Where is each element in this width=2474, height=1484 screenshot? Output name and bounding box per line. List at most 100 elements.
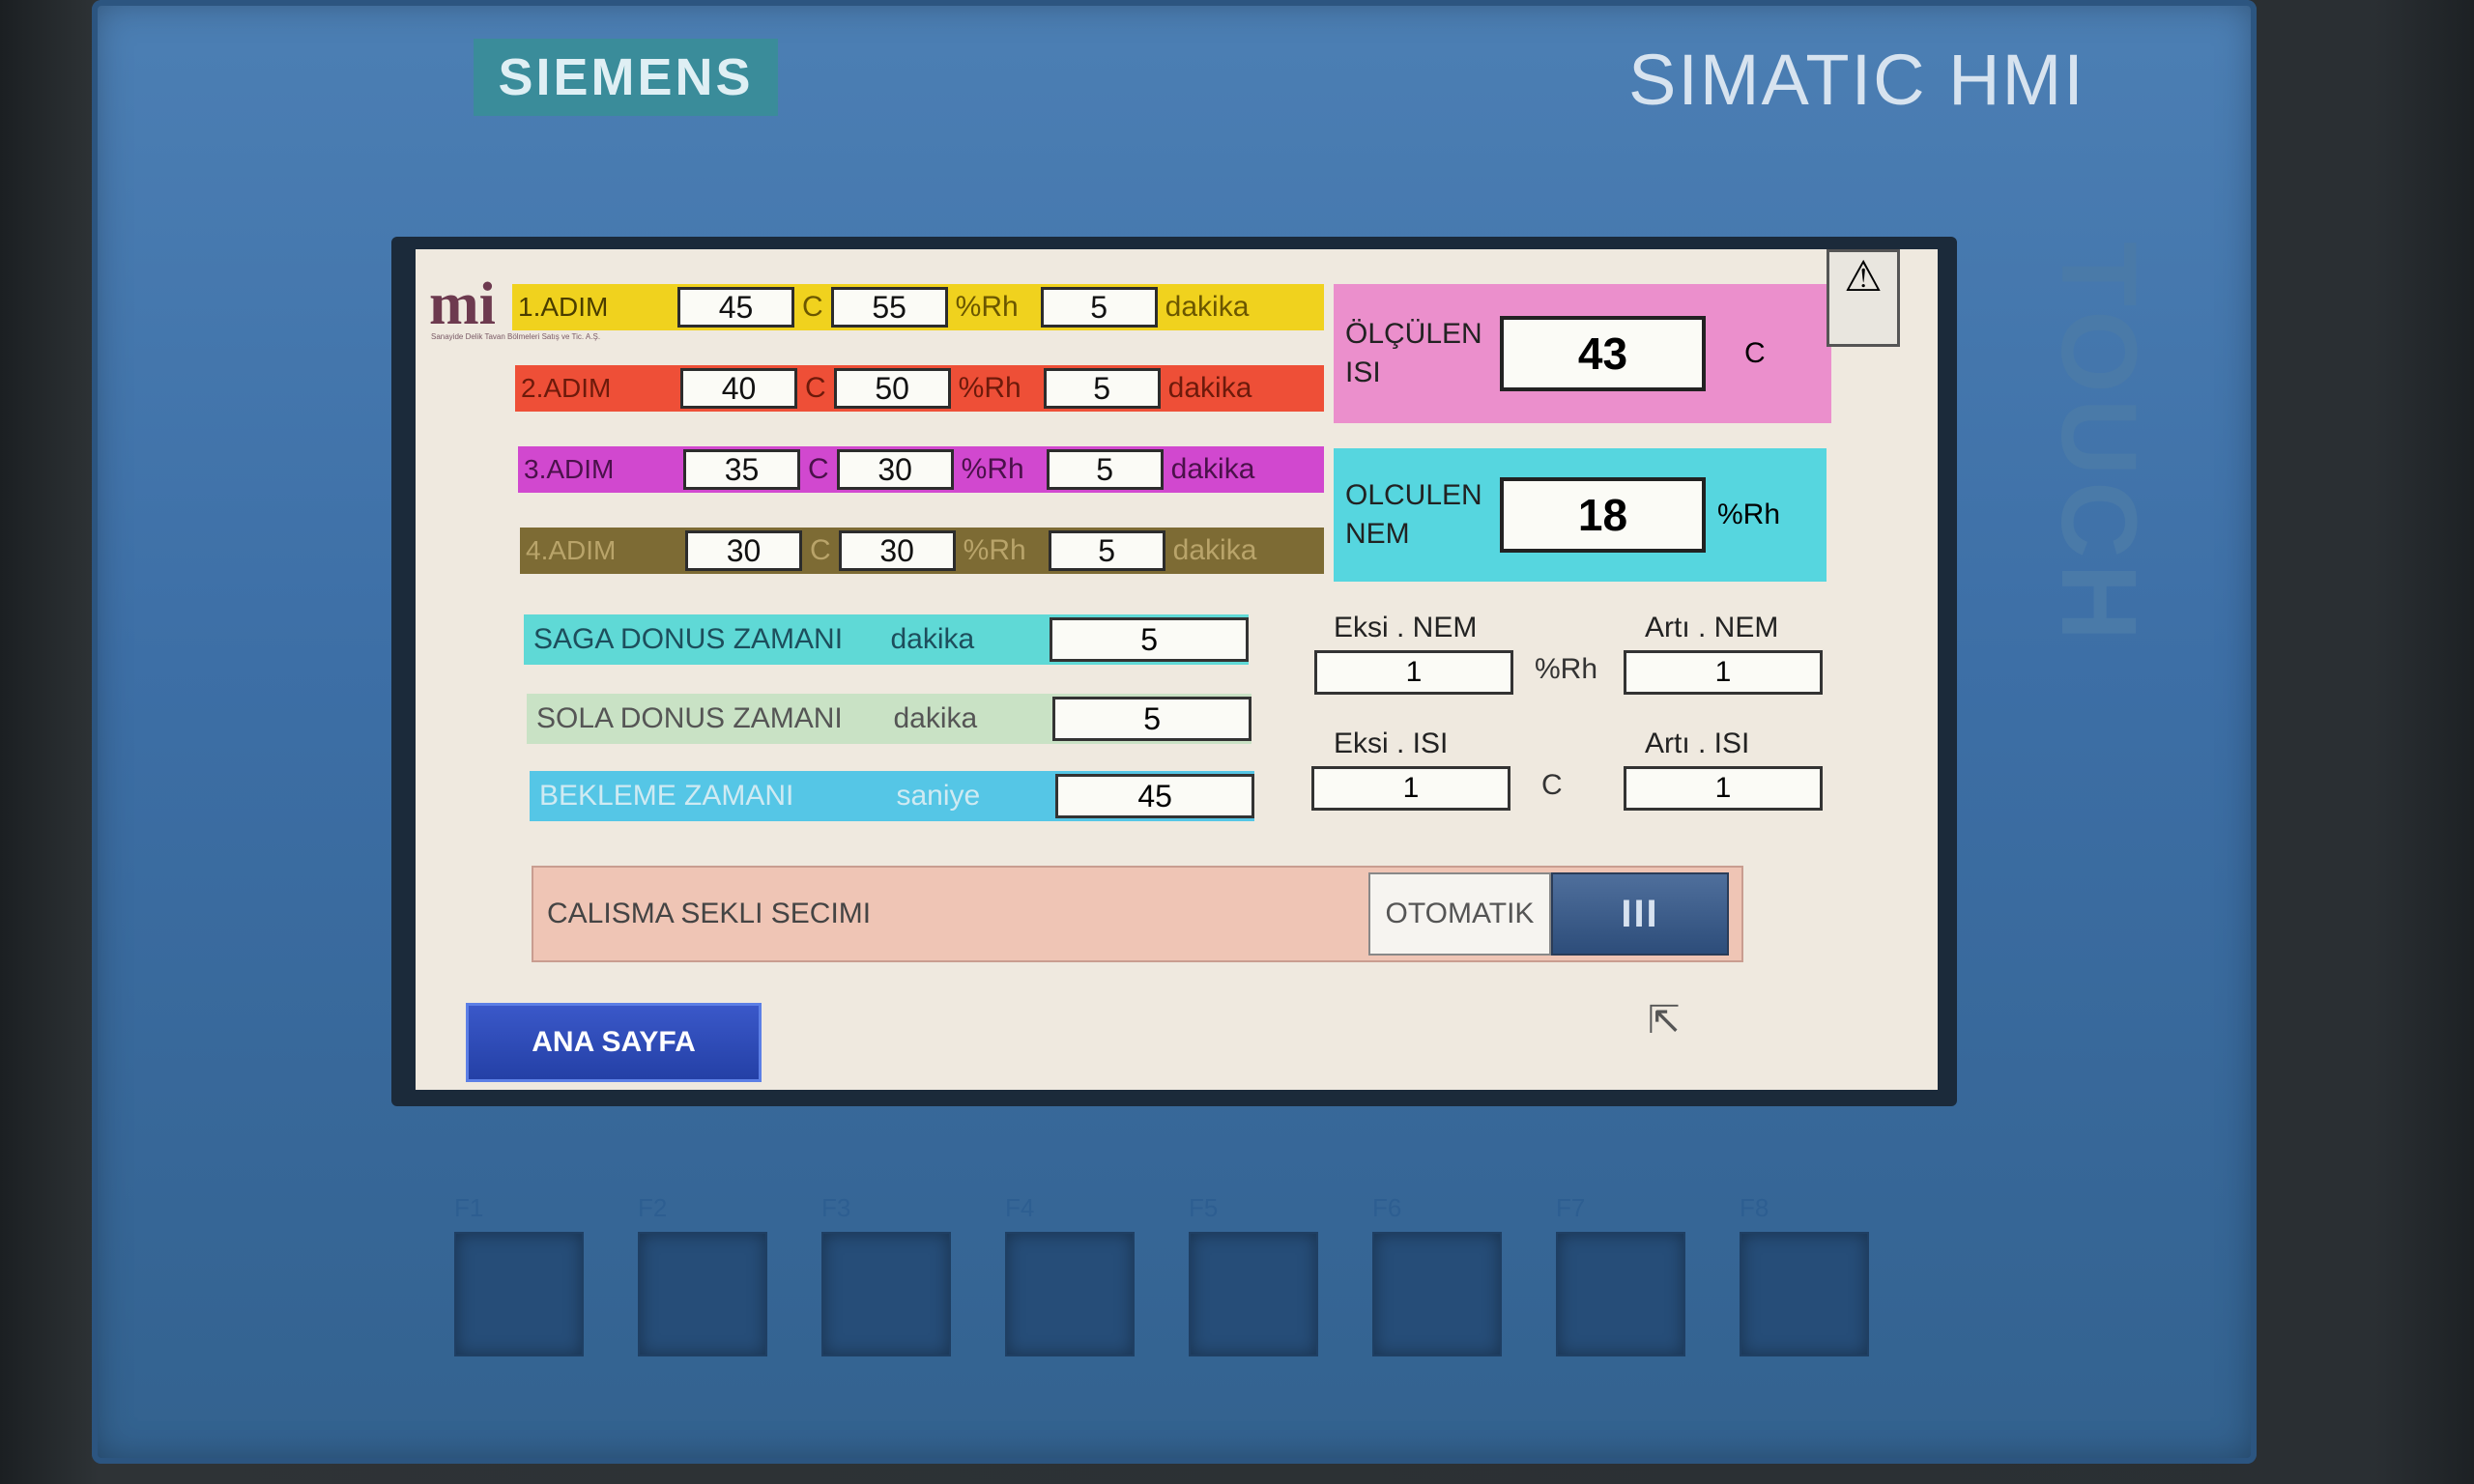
timer-unit: dakika bbox=[893, 702, 978, 734]
step-label: 4.ADIM bbox=[526, 535, 617, 565]
model-label: SIMATIC HMI bbox=[1628, 40, 2086, 120]
fkey-button[interactable] bbox=[638, 1232, 767, 1356]
fkey-button[interactable] bbox=[1005, 1232, 1135, 1356]
fkey-f4[interactable]: F4 bbox=[1005, 1193, 1169, 1356]
home-button[interactable]: ANA SAYFA bbox=[466, 1003, 762, 1082]
step-row-4: 4.ADIM 30 C 30 %Rh 5 dakika bbox=[520, 528, 1324, 574]
timer-row-bekleme: BEKLEME ZAMANI saniye 45 bbox=[530, 771, 1255, 821]
temp-unit: C bbox=[802, 291, 823, 323]
alarm-button[interactable]: ⚠ bbox=[1827, 249, 1900, 347]
step-time-field[interactable]: 5 bbox=[1040, 287, 1158, 328]
saga-donus-field[interactable]: 5 bbox=[1050, 617, 1250, 662]
time-unit: dakika bbox=[1167, 372, 1252, 404]
measured-temp-label: ÖLÇÜLEN ISI bbox=[1334, 315, 1500, 392]
step-rh-field[interactable]: 30 bbox=[836, 449, 954, 490]
fkey-label: F8 bbox=[1740, 1193, 1769, 1222]
timer-row-sola: SOLA DONUS ZAMANI dakika 5 bbox=[527, 694, 1252, 744]
mode-value: OTOMATIK bbox=[1368, 872, 1551, 956]
fkey-f1[interactable]: F1 bbox=[454, 1193, 618, 1356]
rh-unit: %Rh bbox=[963, 534, 1026, 566]
arti-isi-field[interactable]: 1 bbox=[1624, 766, 1823, 811]
eksi-isi-field[interactable]: 1 bbox=[1311, 766, 1510, 811]
temp-unit: C bbox=[810, 534, 831, 566]
fkey-button[interactable] bbox=[821, 1232, 951, 1356]
step-row-1: 1.ADIM 45 C 55 %Rh 5 dakika bbox=[512, 284, 1324, 330]
step-label: 1.ADIM bbox=[518, 292, 609, 322]
measured-temp-label-line2: ISI bbox=[1345, 357, 1381, 388]
warning-icon: ⚠ bbox=[1844, 253, 1883, 300]
time-unit: dakika bbox=[1172, 534, 1257, 566]
touch-label: TOUCH bbox=[2039, 242, 2158, 647]
time-unit: dakika bbox=[1165, 291, 1250, 323]
measured-temp-value: 43 bbox=[1500, 316, 1706, 391]
eksi-nem-field[interactable]: 1 bbox=[1314, 650, 1513, 695]
measured-humidity-label: OLCULEN NEM bbox=[1334, 476, 1500, 554]
rh-unit: %Rh bbox=[961, 453, 1024, 485]
arti-nem-label: Artı . NEM bbox=[1645, 612, 1779, 643]
timer-label: SOLA DONUS ZAMANI bbox=[536, 702, 843, 734]
mode-toggle-switch[interactable]: III bbox=[1551, 872, 1729, 956]
fkey-label: F3 bbox=[821, 1193, 851, 1222]
time-unit: dakika bbox=[1170, 453, 1255, 485]
step-time-field[interactable]: 5 bbox=[1043, 368, 1161, 409]
cursor-icon: ⇱ bbox=[1648, 999, 1681, 1042]
fkey-f6[interactable]: F6 bbox=[1372, 1193, 1537, 1356]
fkey-f8[interactable]: F8 bbox=[1740, 1193, 1904, 1356]
brand-label: SIEMENS bbox=[474, 39, 778, 116]
rh-unit: %Rh bbox=[955, 291, 1019, 323]
step-temp-field[interactable]: 35 bbox=[683, 449, 800, 490]
fkey-label: F7 bbox=[1556, 1193, 1586, 1222]
fkey-label: F4 bbox=[1005, 1193, 1035, 1222]
step-row-3: 3.ADIM 35 C 30 %Rh 5 dakika bbox=[518, 446, 1324, 493]
measured-humidity-label-line2: NEM bbox=[1345, 518, 1410, 550]
timer-label: BEKLEME ZAMANI bbox=[539, 780, 794, 812]
timer-unit: dakika bbox=[890, 623, 975, 655]
fkey-button[interactable] bbox=[454, 1232, 584, 1356]
hmi-screen: mi Sanayide Delik Tavan Bölmeleri Satış … bbox=[416, 249, 1938, 1090]
measured-temp-panel: ÖLÇÜLEN ISI 43 C bbox=[1334, 284, 1831, 423]
step-time-field[interactable]: 5 bbox=[1048, 530, 1165, 571]
sola-donus-field[interactable]: 5 bbox=[1052, 697, 1252, 741]
isi-unit: C bbox=[1541, 769, 1563, 801]
arti-isi-label: Artı . ISI bbox=[1645, 728, 1750, 759]
mode-panel: CALISMA SEKLI SECIMI OTOMATIK III bbox=[532, 866, 1743, 962]
measured-humidity-value: 18 bbox=[1500, 477, 1706, 553]
step-rh-field[interactable]: 55 bbox=[830, 287, 948, 328]
bekleme-field[interactable]: 45 bbox=[1055, 774, 1255, 818]
fkey-button[interactable] bbox=[1556, 1232, 1685, 1356]
nem-unit: %Rh bbox=[1535, 653, 1598, 685]
fkey-label: F1 bbox=[454, 1193, 484, 1222]
temp-unit: C bbox=[808, 453, 829, 485]
fkey-button[interactable] bbox=[1372, 1232, 1502, 1356]
eksi-nem-label: Eksi . NEM bbox=[1334, 612, 1478, 643]
fkey-f2[interactable]: F2 bbox=[638, 1193, 802, 1356]
step-rh-field[interactable]: 50 bbox=[833, 368, 951, 409]
temp-unit: C bbox=[805, 372, 826, 404]
step-time-field[interactable]: 5 bbox=[1046, 449, 1164, 490]
step-temp-field[interactable]: 40 bbox=[680, 368, 797, 409]
fkey-button[interactable] bbox=[1740, 1232, 1869, 1356]
step-label: 3.ADIM bbox=[524, 454, 615, 484]
timer-row-saga: SAGA DONUS ZAMANI dakika 5 bbox=[524, 614, 1250, 665]
company-logo-subtitle: Sanayide Delik Tavan Bölmeleri Satış ve … bbox=[431, 332, 601, 341]
measured-humidity-unit: %Rh bbox=[1717, 499, 1781, 530]
arti-nem-field[interactable]: 1 bbox=[1624, 650, 1823, 695]
measured-humidity-label-line1: OLCULEN bbox=[1345, 479, 1482, 511]
step-label: 2.ADIM bbox=[521, 373, 612, 403]
fkey-f7[interactable]: F7 bbox=[1556, 1193, 1720, 1356]
fkey-button[interactable] bbox=[1189, 1232, 1318, 1356]
step-row-2: 2.ADIM 40 C 50 %Rh 5 dakika bbox=[515, 365, 1324, 412]
measured-temp-label-line1: ÖLÇÜLEN bbox=[1345, 318, 1482, 350]
rh-unit: %Rh bbox=[958, 372, 1021, 404]
fkey-f5[interactable]: F5 bbox=[1189, 1193, 1353, 1356]
step-temp-field[interactable]: 30 bbox=[685, 530, 802, 571]
eksi-isi-label: Eksi . ISI bbox=[1334, 728, 1449, 759]
fkey-label: F6 bbox=[1372, 1193, 1402, 1222]
step-temp-field[interactable]: 45 bbox=[677, 287, 794, 328]
company-logo: mi bbox=[429, 271, 496, 337]
step-rh-field[interactable]: 30 bbox=[838, 530, 956, 571]
timer-unit: saniye bbox=[896, 780, 981, 812]
fkey-label: F2 bbox=[638, 1193, 668, 1222]
measured-temp-unit: C bbox=[1744, 337, 1766, 369]
fkey-f3[interactable]: F3 bbox=[821, 1193, 986, 1356]
